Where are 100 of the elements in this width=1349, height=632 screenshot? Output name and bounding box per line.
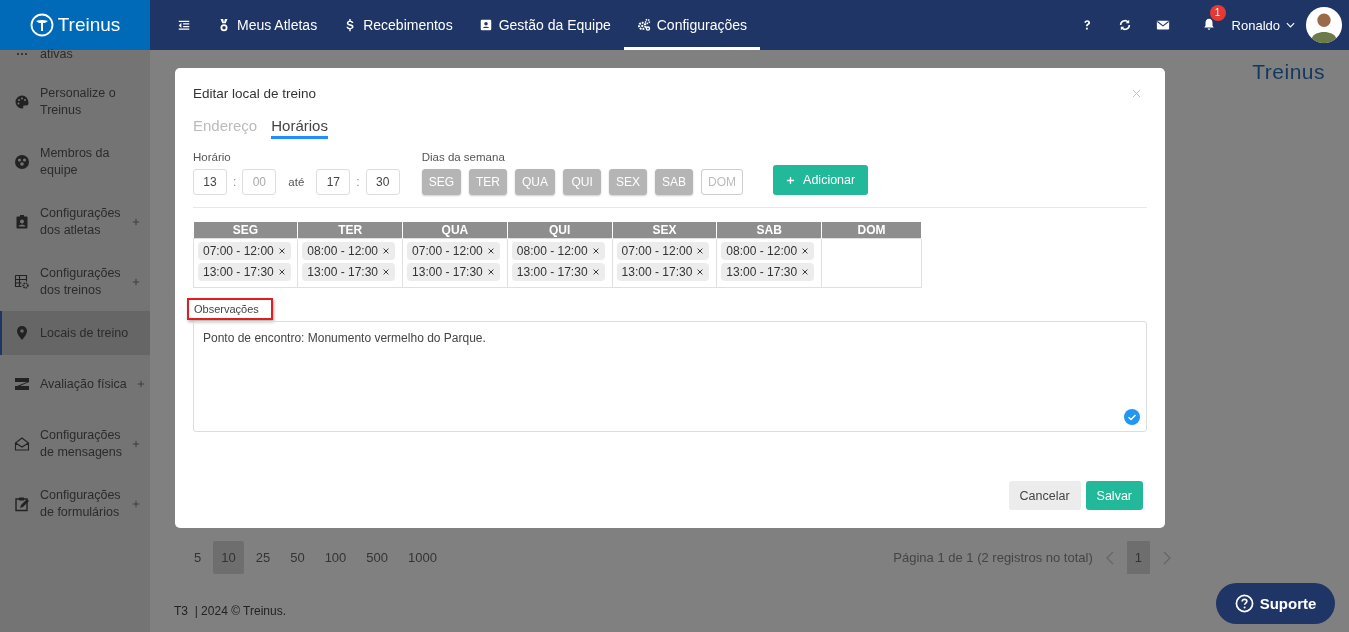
remove-icon[interactable] bbox=[801, 247, 810, 255]
hour-field[interactable]: 17 bbox=[316, 169, 351, 195]
notes-label: Observações bbox=[187, 298, 273, 320]
time-separator: : bbox=[356, 175, 360, 189]
bell-icon[interactable] bbox=[1201, 16, 1216, 31]
sidebar-item[interactable]: Configurações de mensagens bbox=[0, 414, 150, 474]
page-size-option[interactable]: 100 bbox=[316, 541, 355, 574]
ruler-icon bbox=[14, 376, 30, 392]
modal-title: Editar local de treino bbox=[193, 86, 317, 101]
save-button[interactable]: Salvar bbox=[1085, 481, 1143, 510]
plus-icon bbox=[132, 278, 140, 286]
column-header: SEX bbox=[612, 222, 717, 239]
sidebar-item[interactable]: Configurações de formulários bbox=[0, 474, 150, 534]
check-icon bbox=[1124, 409, 1140, 425]
time-chip[interactable]: 13:00 - 17:30 bbox=[511, 263, 605, 281]
brand-logo[interactable]: Treinus bbox=[0, 0, 150, 50]
minute-field[interactable]: 30 bbox=[365, 169, 400, 195]
notes-field[interactable]: Ponto de encontro: Monumento vermelho do Parque. bbox=[193, 321, 1147, 432]
plus-icon bbox=[786, 175, 796, 185]
time-chip[interactable]: 13:00 - 17:30 bbox=[721, 263, 815, 281]
remove-icon[interactable] bbox=[382, 247, 391, 255]
id-badge-icon bbox=[14, 214, 30, 230]
page-size-option[interactable]: 10 bbox=[213, 541, 244, 574]
remove-icon[interactable] bbox=[277, 268, 286, 276]
time-chip[interactable]: 08:00 - 12:00 bbox=[302, 242, 396, 260]
time-chip[interactable]: 13:00 - 17:30 bbox=[616, 263, 710, 281]
support-button[interactable]: Suporte bbox=[1216, 583, 1335, 624]
sidebar-item[interactable]: Locais de treino bbox=[0, 311, 150, 355]
time-chip[interactable]: 08:00 - 12:00 bbox=[511, 242, 605, 260]
column-header: DOM bbox=[821, 222, 922, 239]
hour-field[interactable]: 13 bbox=[193, 169, 227, 195]
team-icon bbox=[14, 154, 30, 170]
remove-icon[interactable] bbox=[801, 268, 810, 276]
sidebar-item[interactable]: Membros da equipe bbox=[0, 132, 150, 192]
clipboard-pen-icon bbox=[14, 496, 30, 512]
day-toggle[interactable]: SEX bbox=[609, 169, 648, 195]
tab[interactable]: Endereço bbox=[193, 117, 258, 139]
minute-field[interactable]: 00 bbox=[242, 169, 277, 195]
remove-icon[interactable] bbox=[591, 268, 600, 276]
sidebar-item[interactable]: Configurações dos treinos bbox=[0, 252, 150, 312]
time-separator: : bbox=[233, 175, 237, 189]
time-chip[interactable]: 07:00 - 12:00 bbox=[616, 242, 710, 260]
page-size-option[interactable]: 25 bbox=[247, 541, 279, 574]
page-number[interactable]: 1 bbox=[1126, 541, 1150, 574]
plus-icon bbox=[132, 440, 140, 448]
remove-icon[interactable] bbox=[486, 268, 495, 276]
caret-icon bbox=[1286, 22, 1295, 28]
page-size-option[interactable]: 1000 bbox=[400, 541, 445, 574]
refresh-icon[interactable] bbox=[1117, 18, 1132, 32]
notification-badge: 1 bbox=[1209, 4, 1226, 21]
avatar[interactable] bbox=[1305, 6, 1343, 44]
column-header: SEG bbox=[193, 222, 298, 239]
time-chip[interactable]: 13:00 - 17:30 bbox=[302, 263, 396, 281]
page-size-option[interactable]: 50 bbox=[282, 541, 313, 574]
grid-gear-icon bbox=[14, 274, 30, 290]
cancel-button[interactable]: Cancelar bbox=[1008, 481, 1081, 510]
sidebar-item[interactable]: Personalize o Treinus bbox=[0, 72, 150, 132]
page-size-option[interactable]: 5 bbox=[186, 541, 210, 574]
sidebar-item[interactable]: Configurações dos atletas bbox=[0, 192, 150, 252]
day-toggle[interactable]: SEG bbox=[421, 169, 462, 195]
id-card-icon bbox=[478, 18, 493, 32]
tab[interactable]: Horários bbox=[271, 117, 328, 139]
time-chip[interactable]: 08:00 - 12:00 bbox=[721, 242, 815, 260]
remove-icon[interactable] bbox=[696, 268, 705, 276]
plus-icon bbox=[132, 500, 140, 508]
help-icon bbox=[1234, 594, 1254, 613]
menu-collapse-icon bbox=[177, 18, 191, 32]
column-header: TER bbox=[297, 222, 403, 239]
envelope-icon bbox=[14, 436, 30, 452]
remove-icon[interactable] bbox=[382, 268, 391, 276]
remove-icon[interactable] bbox=[277, 247, 286, 255]
logo-icon bbox=[29, 13, 54, 37]
plus-icon bbox=[136, 380, 145, 388]
map-pin-icon bbox=[14, 325, 30, 341]
remove-icon[interactable] bbox=[696, 247, 705, 255]
until-label: até bbox=[288, 176, 305, 188]
time-chip[interactable]: 13:00 - 17:30 bbox=[198, 263, 291, 281]
day-toggle[interactable]: TER bbox=[469, 169, 508, 195]
user-menu[interactable]: Ronaldo bbox=[1231, 17, 1295, 33]
nav-item[interactable]: Recebimentos bbox=[330, 0, 466, 50]
time-chip[interactable]: 07:00 - 12:00 bbox=[198, 242, 291, 260]
day-toggle[interactable]: QUI bbox=[563, 169, 602, 195]
day-toggle[interactable]: DOM bbox=[701, 169, 744, 195]
sidebar-item[interactable]: Avaliação física bbox=[0, 354, 150, 414]
day-toggle[interactable]: SAB bbox=[655, 169, 694, 195]
nav-item[interactable]: Meus Atletas bbox=[204, 0, 331, 50]
nav-item[interactable]: Gestão da Equipe bbox=[465, 0, 624, 50]
remove-icon[interactable] bbox=[486, 247, 495, 255]
plus-icon bbox=[132, 218, 140, 226]
time-chip[interactable]: 13:00 - 17:30 bbox=[407, 263, 500, 281]
add-button[interactable]: Adicionar bbox=[773, 165, 869, 195]
field-label: Dias da semana bbox=[421, 151, 506, 163]
page-size-option[interactable]: 500 bbox=[358, 541, 397, 574]
day-toggle[interactable]: QUA bbox=[515, 169, 556, 195]
remove-icon[interactable] bbox=[591, 247, 600, 255]
palette-icon bbox=[14, 94, 30, 110]
mail-icon[interactable] bbox=[1155, 18, 1170, 32]
time-chip[interactable]: 07:00 - 12:00 bbox=[407, 242, 500, 260]
field-label: Horário bbox=[193, 151, 232, 163]
page-logo: Treinus bbox=[1252, 60, 1325, 84]
